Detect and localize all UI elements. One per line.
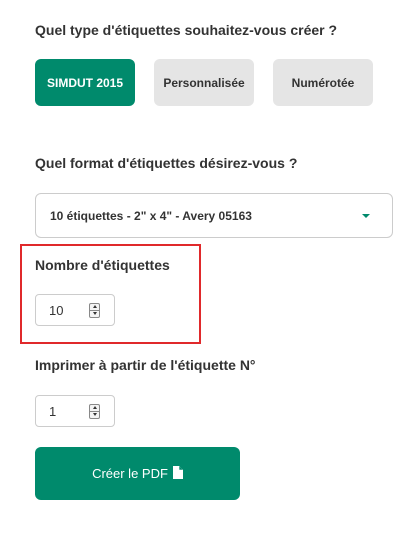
type-option-personnalisee-button[interactable]: Personnalisée bbox=[154, 59, 254, 106]
start-label-label: Imprimer à partir de l'étiquette N° bbox=[35, 357, 256, 373]
label-count-spinner[interactable] bbox=[89, 302, 100, 318]
start-label-spinner[interactable] bbox=[89, 403, 100, 419]
label-format-question: Quel format d'étiquettes désirez-vous ? bbox=[35, 155, 298, 171]
label-format-selected-value: 10 étiquettes - 2" x 4" - Avery 05163 bbox=[50, 208, 252, 223]
type-option-numerotee-label: Numérotée bbox=[291, 75, 355, 90]
start-label-value: 1 bbox=[49, 403, 57, 419]
type-option-numerotee-button[interactable]: Numérotée bbox=[273, 59, 373, 106]
spinner-down-button[interactable] bbox=[90, 410, 99, 418]
arrow-down-icon bbox=[92, 413, 97, 416]
label-format-select[interactable]: 10 étiquettes - 2" x 4" - Avery 05163 bbox=[35, 193, 393, 238]
label-count-label: Nombre d'étiquettes bbox=[35, 257, 170, 273]
label-count-value: 10 bbox=[49, 302, 64, 318]
create-pdf-button[interactable]: Créer le PDF bbox=[35, 447, 240, 500]
type-option-simdut-label: SIMDUT 2015 bbox=[46, 75, 124, 90]
create-pdf-label: Créer le PDF bbox=[92, 466, 168, 481]
spinner-down-button[interactable] bbox=[90, 309, 99, 317]
arrow-up-icon bbox=[92, 305, 97, 308]
label-count-input[interactable]: 10 bbox=[35, 294, 115, 326]
caret-down-icon bbox=[362, 214, 370, 218]
arrow-down-icon bbox=[92, 312, 97, 315]
label-type-question: Quel type d'étiquettes souhaitez-vous cr… bbox=[35, 22, 338, 38]
type-option-personnalisee-label: Personnalisée bbox=[163, 75, 245, 90]
type-option-simdut-button[interactable]: SIMDUT 2015 bbox=[35, 59, 135, 106]
file-icon bbox=[172, 465, 183, 479]
arrow-up-icon bbox=[92, 406, 97, 409]
start-label-input[interactable]: 1 bbox=[35, 395, 115, 427]
